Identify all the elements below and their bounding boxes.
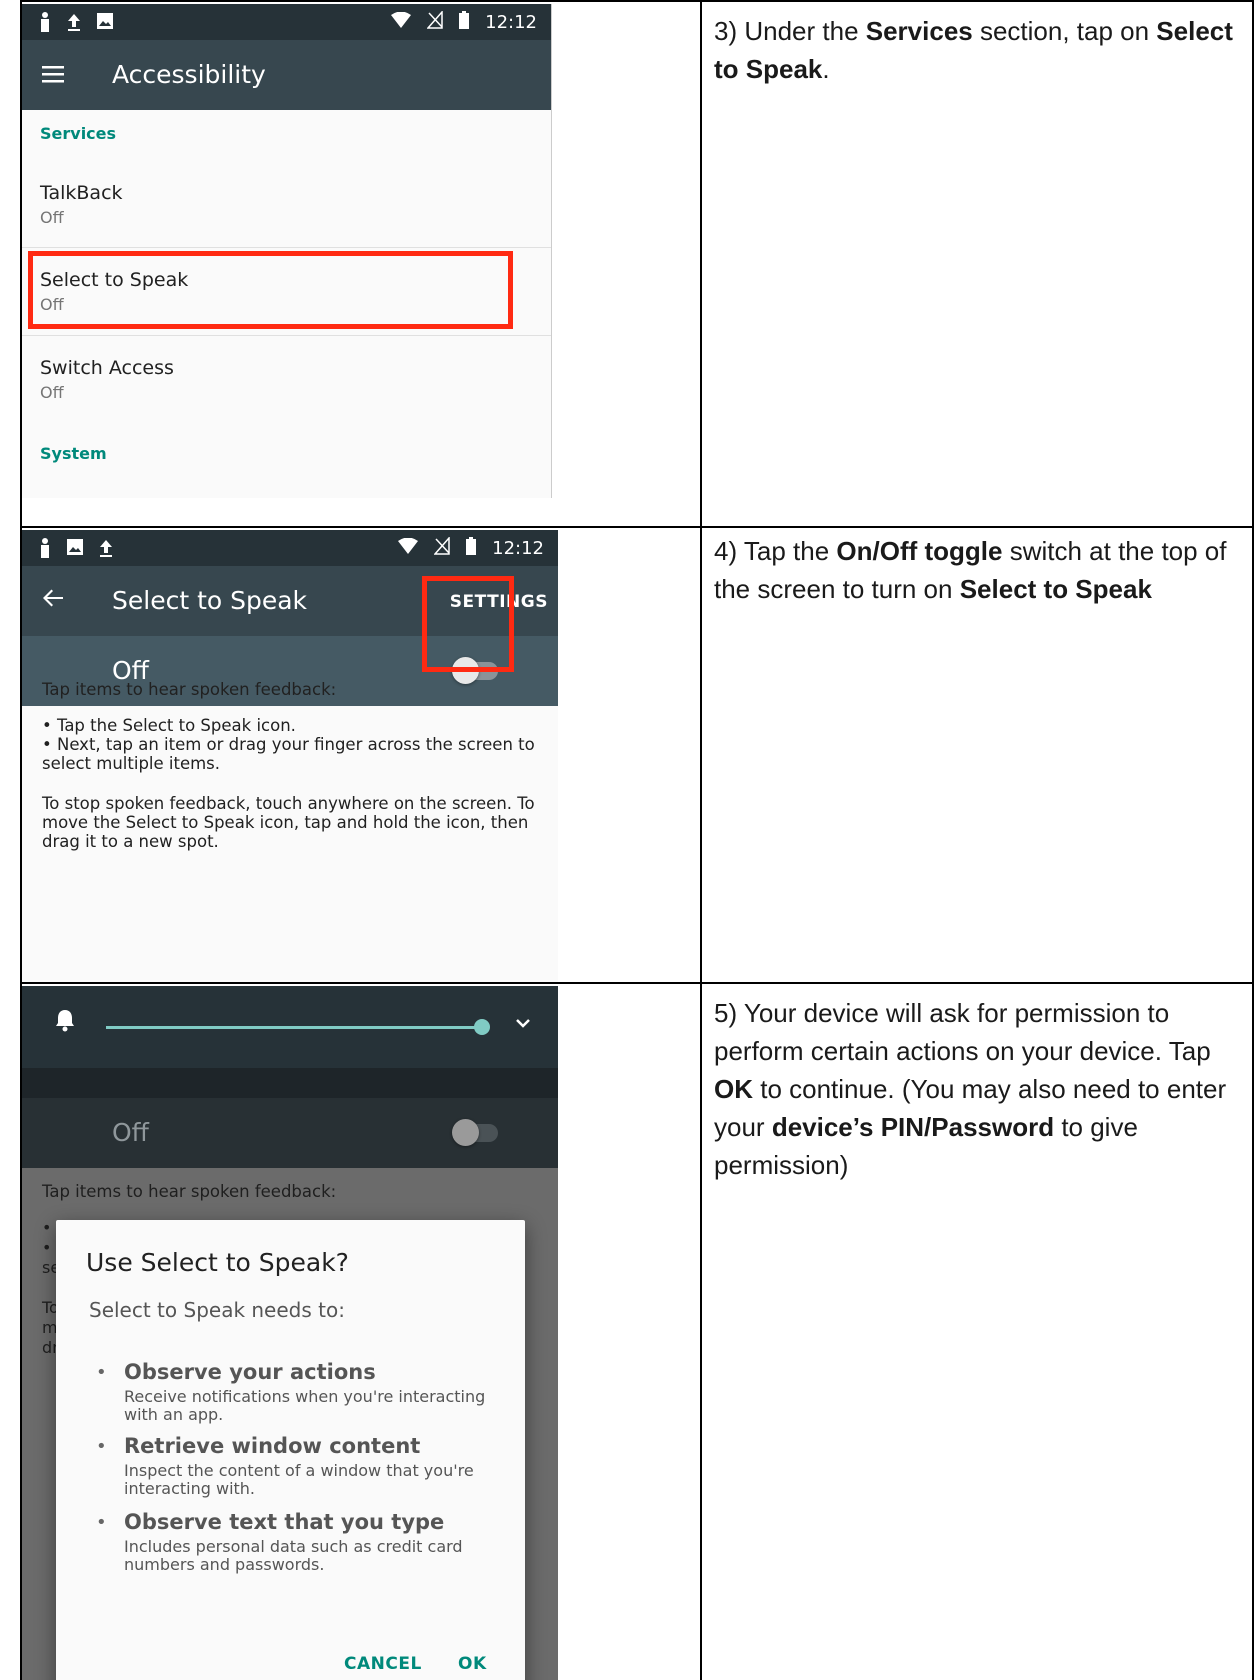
- list-item-talkback[interactable]: TalkBack Off: [22, 164, 551, 246]
- table-row-divider-2: [20, 982, 1254, 984]
- step-4-text: 4) Tap the On/Off toggle switch at the t…: [714, 532, 1244, 608]
- text-run: 3) Under the: [714, 16, 866, 46]
- bell-icon[interactable]: [54, 1008, 76, 1039]
- on-off-toggle: [452, 1119, 498, 1146]
- no-sim-icon: [433, 536, 450, 560]
- back-arrow-icon[interactable]: [42, 586, 64, 614]
- menu-icon[interactable]: [42, 60, 64, 88]
- person-icon: [38, 538, 52, 563]
- permission-desc: Receive notifications when you're intera…: [124, 1387, 486, 1424]
- permission-desc: Inspect the content of a window that you…: [124, 1461, 474, 1498]
- permission-dialog: Use Select to Speak? Select to Speak nee…: [56, 1220, 525, 1680]
- bold-text: Services: [865, 16, 973, 46]
- permission-dialog-screen: Off Tap items to hear spoken feedback: •…: [22, 986, 558, 1680]
- clock: 12:12: [492, 538, 544, 559]
- text-run: .: [822, 54, 830, 84]
- no-sim-icon: [426, 10, 443, 34]
- description-stop-2: move the Select to Speak icon, tap and h…: [42, 813, 529, 832]
- image-icon: [96, 12, 114, 37]
- bullet: •: [96, 1362, 107, 1383]
- chevron-down-icon[interactable]: [516, 1010, 530, 1034]
- table-row-divider-1: [20, 526, 1254, 528]
- volume-slider-track[interactable]: [106, 1026, 482, 1029]
- dialog-subtitle: Select to Speak needs to:: [89, 1298, 345, 1322]
- battery-icon: [459, 11, 470, 34]
- cancel-button[interactable]: CANCEL: [344, 1654, 422, 1674]
- step-5-text: 5) Your device will ask for permission t…: [714, 994, 1244, 1184]
- toggle-label: Off: [112, 1118, 149, 1147]
- permission-desc: Includes personal data such as credit ca…: [124, 1537, 463, 1574]
- bold-text: device’s PIN/Password: [771, 1112, 1055, 1142]
- table-border-top: [20, 0, 1254, 2]
- item-title: Switch Access: [40, 357, 174, 379]
- volume-slider-thumb[interactable]: [474, 1019, 490, 1035]
- text-run: 5) Your device will ask for permission t…: [714, 998, 1211, 1066]
- permission-title: Retrieve window content: [124, 1434, 421, 1458]
- toggle-knob: [452, 1119, 479, 1146]
- dialog-title: Use Select to Speak?: [86, 1248, 349, 1277]
- status-bar: 12:12: [22, 4, 551, 40]
- description-bullet-2a: • Next, tap an item or drag your finger …: [42, 735, 535, 754]
- volume-panel: [22, 986, 558, 1068]
- bold-text: Select to Speak: [959, 574, 1152, 604]
- list-item-switch-access[interactable]: Switch Access Off: [22, 336, 551, 418]
- step-3-text: 3) Under the Services section, tap on Se…: [714, 12, 1244, 88]
- item-title: TalkBack: [40, 182, 123, 204]
- clock: 12:12: [485, 12, 537, 33]
- description-intro: Tap items to hear spoken feedback:: [42, 680, 337, 699]
- description-bullet-1: • Tap the Select to Speak icon.: [42, 716, 296, 735]
- description-stop-3: drag it to a new spot.: [42, 832, 219, 851]
- table-column-divider: [700, 0, 702, 1680]
- select-to-speak-screen: 12:12 Select to Speak SETTINGS Off Tap i…: [22, 530, 558, 982]
- person-icon: [38, 12, 52, 37]
- upload-icon: [98, 538, 114, 563]
- page-title: Accessibility: [112, 60, 266, 89]
- bold-text: OK: [714, 1074, 753, 1104]
- battery-icon: [466, 537, 477, 560]
- accessibility-screen: 12:12 Accessibility Services TalkBack Of…: [22, 4, 552, 498]
- item-summary: Off: [40, 208, 64, 227]
- dimmed-toggle-bar: Off: [22, 1098, 558, 1168]
- text-run: 4) Tap the: [714, 536, 837, 566]
- dimmed-app-bar: [22, 1068, 558, 1098]
- description-stop-1: To stop spoken feedback, touch anywhere …: [42, 794, 535, 813]
- item-summary: Off: [40, 383, 64, 402]
- text-run: section, tap on: [972, 16, 1157, 46]
- highlight-box: [28, 251, 513, 329]
- bullet: •: [96, 1512, 107, 1533]
- dimmed-description-intro: Tap items to hear spoken feedback:: [42, 1182, 337, 1201]
- section-header-services: Services: [40, 124, 117, 143]
- image-icon: [66, 538, 84, 563]
- upload-icon: [66, 12, 82, 37]
- permission-title: Observe text that you type: [124, 1510, 445, 1534]
- wifi-icon: [398, 537, 419, 559]
- app-bar: Accessibility: [22, 40, 551, 110]
- ok-button[interactable]: OK: [458, 1654, 487, 1674]
- bold-text: On/Off toggle: [836, 536, 1003, 566]
- wifi-icon: [391, 11, 412, 33]
- status-bar: 12:12: [22, 530, 558, 566]
- section-header-system: System: [40, 444, 107, 463]
- page-title: Select to Speak: [112, 586, 308, 615]
- highlight-box: [422, 576, 514, 672]
- bullet: •: [96, 1436, 107, 1457]
- description-bullet-2b: select multiple items.: [42, 754, 221, 773]
- permission-title: Observe your actions: [124, 1360, 376, 1384]
